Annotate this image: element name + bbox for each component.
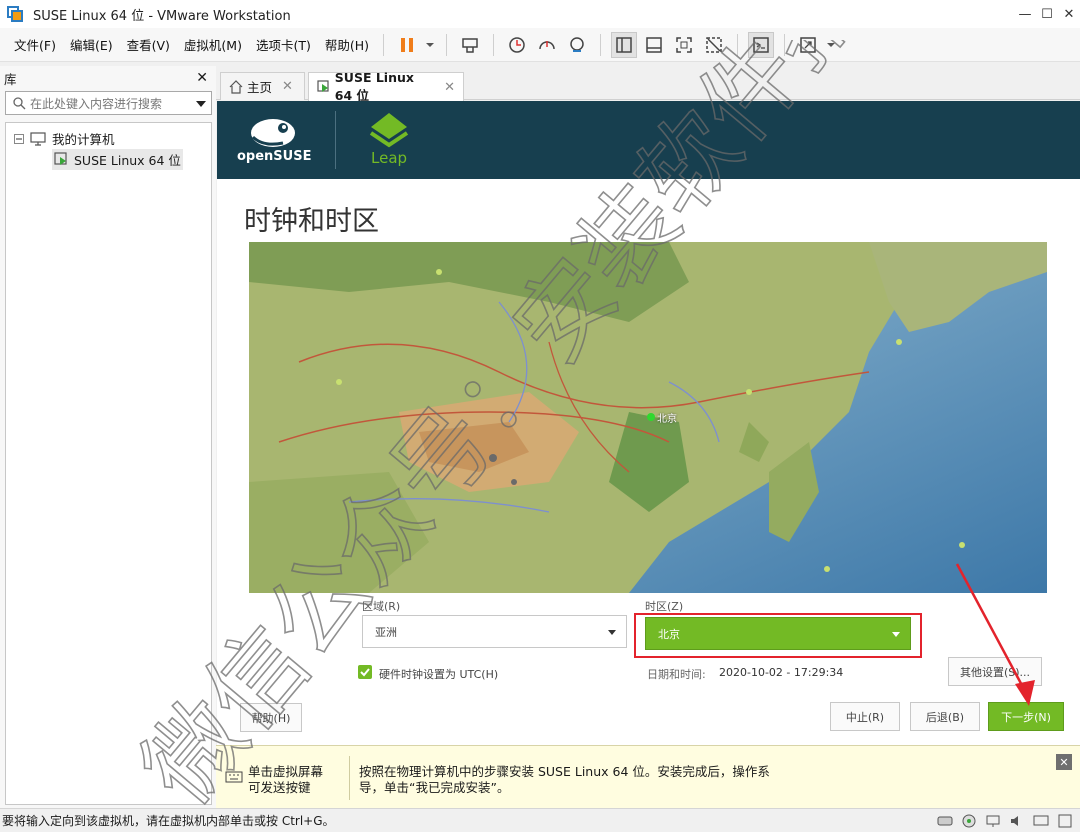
title-bar: SUSE Linux 64 位 - VMware Workstation — ☐… [0, 0, 1080, 28]
vm-icon [54, 151, 67, 165]
chevron-down-icon[interactable] [825, 32, 837, 58]
revert-snapshot-icon[interactable] [534, 32, 560, 58]
close-window-button[interactable]: ✕ [1058, 0, 1080, 28]
network-icon[interactable] [984, 812, 1002, 830]
chevron-down-icon[interactable] [196, 99, 206, 109]
leap-logo-icon [369, 113, 409, 148]
tab-suse-vm[interactable]: SUSE Linux 64 位 ✕ [308, 70, 464, 103]
fullscreen-icon[interactable] [671, 32, 697, 58]
show-library-icon[interactable] [611, 31, 638, 58]
menu-help[interactable]: 帮助(H) [319, 35, 375, 54]
send-ctrl-alt-del-icon[interactable] [457, 32, 483, 58]
snapshot-manager-icon[interactable] [564, 32, 590, 58]
timezone-value: 北京 [658, 627, 680, 641]
library-search-input[interactable]: 在此处键入内容进行搜索 [5, 91, 212, 115]
hard-disk-icon[interactable] [936, 812, 954, 830]
console-icon[interactable] [748, 31, 775, 58]
region-value: 亚洲 [375, 625, 397, 639]
utc-checkbox[interactable] [358, 665, 372, 679]
thumbnail-bar-icon[interactable] [641, 32, 667, 58]
region-dropdown[interactable]: 亚洲 [362, 615, 627, 648]
opensuse-wordmark: openSUSE [237, 149, 312, 164]
library-title: 库 [4, 71, 17, 87]
toolbar-separator [383, 33, 385, 56]
menu-tabs[interactable]: 选项卡(T) [250, 35, 317, 54]
search-icon [13, 97, 26, 110]
header-divider [335, 111, 336, 169]
search-placeholder: 在此处键入内容进行搜索 [30, 96, 163, 111]
display-icon[interactable] [1032, 812, 1050, 830]
keyboard-icon [225, 771, 243, 783]
home-icon [229, 79, 243, 94]
region-label: 区域(R) [362, 600, 401, 613]
hint-click-screen: 单击虚拟屏幕 可发送按键 [248, 764, 324, 795]
abort-button[interactable]: 中止(R) [830, 702, 900, 731]
status-message: 要将输入定向到该虚拟机，请在虚拟机内部单击或按 Ctrl+G。 [2, 814, 335, 828]
cd-dvd-icon[interactable] [960, 812, 978, 830]
menu-vm[interactable]: 虚拟机(M) [178, 35, 248, 54]
menu-view[interactable]: 查看(V) [121, 35, 176, 54]
check-icon [360, 668, 370, 677]
page-title: 时钟和时区 [244, 206, 379, 237]
unity-icon[interactable] [701, 32, 727, 58]
tree-label: 我的计算机 [52, 132, 115, 147]
datetime-label: 日期和时间: [647, 668, 706, 681]
chevron-down-icon[interactable] [424, 32, 436, 58]
timezone-dropdown[interactable]: 北京 [645, 617, 911, 650]
opensuse-header: openSUSE Leap [217, 101, 1080, 179]
library-tree: 我的计算机 SUSE Linux 64 位 [5, 122, 212, 805]
close-tab-icon[interactable]: ✕ [282, 79, 293, 94]
timezone-map[interactable]: 北京 [249, 242, 1047, 593]
tab-label: 主页 [247, 80, 273, 95]
close-hint-icon[interactable]: ✕ [1056, 754, 1072, 770]
datetime-value: 2020-10-02 - 17:29:34 [719, 666, 844, 679]
timezone-label: 时区(Z) [645, 600, 684, 613]
collapse-icon[interactable] [14, 133, 24, 144]
maximize-button[interactable]: ☐ [1036, 0, 1058, 28]
red-arrow-annotation [955, 563, 1035, 706]
tree-item-vm[interactable]: SUSE Linux 64 位 [52, 149, 183, 170]
install-hint-bar: 单击虚拟屏幕 可发送按键 按照在物理计算机中的步骤安装 SUSE Linux 6… [216, 745, 1080, 808]
message-log-icon[interactable] [1056, 812, 1074, 830]
chevron-down-icon [608, 630, 616, 635]
opensuse-logo-icon [251, 119, 295, 147]
close-tab-icon[interactable]: ✕ [444, 80, 455, 95]
help-button[interactable]: 帮助(H) [240, 703, 302, 732]
close-library-icon[interactable]: ✕ [196, 70, 208, 86]
snapshot-icon[interactable] [504, 32, 530, 58]
pause-icon[interactable] [394, 32, 420, 58]
map-city-label: 北京 [657, 414, 677, 425]
sound-icon[interactable] [1008, 812, 1026, 830]
menu-toolbar: 文件(F) 编辑(E) 查看(V) 虚拟机(M) 选项卡(T) 帮助(H) [0, 28, 1080, 62]
tab-home[interactable]: 主页 ✕ [220, 72, 305, 100]
vm-icon [317, 80, 329, 92]
status-bar: 要将输入定向到该虚拟机，请在虚拟机内部单击或按 Ctrl+G。 [0, 808, 1080, 832]
leap-wordmark: Leap [371, 149, 408, 167]
vm-screen[interactable]: openSUSE Leap 时钟和时区 北京 区域(R) 亚洲 时区(Z) 北京… [217, 101, 1080, 745]
vmware-logo-icon [7, 6, 23, 22]
library-panel: 库 ✕ 在此处键入内容进行搜索 我的计算机 SUSE Linux 64 位 [0, 66, 216, 808]
chevron-down-icon [892, 632, 900, 637]
tree-label: SUSE Linux 64 位 [74, 153, 181, 168]
tree-item-my-computer[interactable]: 我的计算机 [14, 129, 115, 148]
tab-label: SUSE Linux 64 位 [334, 70, 414, 103]
menu-file[interactable]: 文件(F) [8, 35, 62, 54]
stretch-icon[interactable] [795, 32, 821, 58]
tab-bar: 主页 ✕ SUSE Linux 64 位 ✕ [216, 66, 1080, 103]
minimize-button[interactable]: — [1014, 0, 1036, 28]
utc-checkbox-label[interactable]: 硬件时钟设置为 UTC(H) [379, 666, 498, 682]
computer-icon [30, 131, 46, 146]
hint-text: 按照在物理计算机中的步骤安装 SUSE Linux 64 位。安装完成后，操作系… [359, 764, 770, 795]
window-title: SUSE Linux 64 位 - VMware Workstation [33, 8, 291, 24]
menu-edit[interactable]: 编辑(E) [64, 35, 119, 54]
